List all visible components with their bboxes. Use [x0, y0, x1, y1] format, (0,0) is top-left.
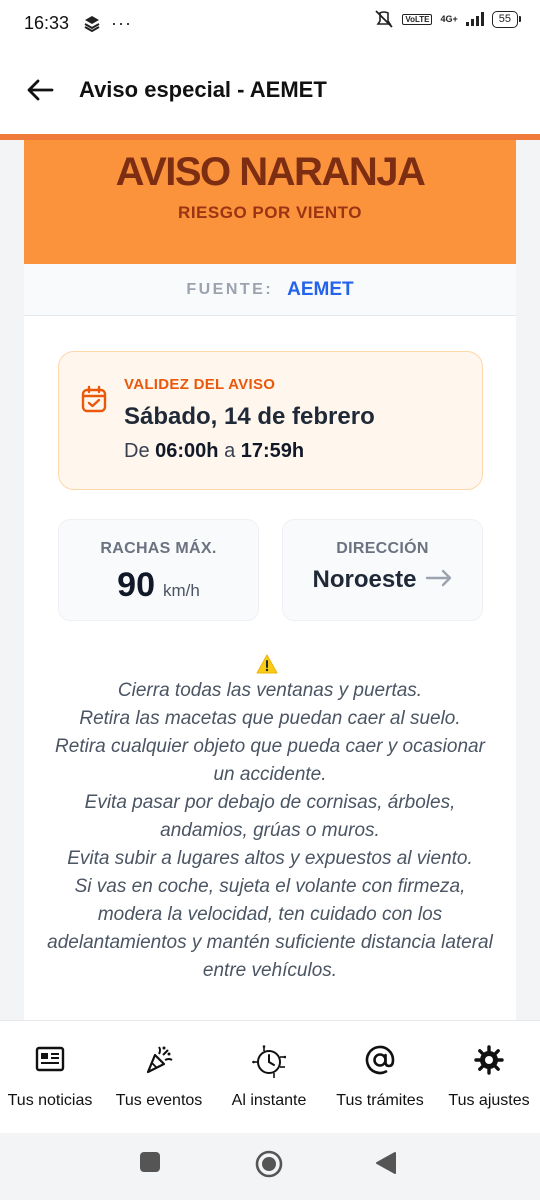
mute-icon — [375, 10, 393, 28]
system-navigation — [0, 1133, 540, 1200]
alert-risk: RIESGO POR VIENTO — [178, 203, 362, 222]
validity-box: VALIDEZ DEL AVISO Sábado, 14 de febrero … — [58, 351, 483, 490]
alert-banner: AVISO NARANJA RIESGO POR VIENTO — [24, 140, 516, 264]
advice-item: Retira las macetas que puedan caer al su… — [79, 708, 461, 729]
advice-item: Cierra todas las ventanas y puertas. — [117, 680, 423, 701]
advice-item: Evita pasar por debajo de cornisas, árbo… — [84, 792, 456, 841]
gusts-stat: RACHAS MÁX. 90 km/h — [58, 519, 259, 621]
nav-label: Tus ajustes — [448, 1092, 530, 1109]
at-sign-icon — [365, 1045, 395, 1075]
advice-item: Retira cualquier objeto que pueda caer y… — [55, 736, 485, 785]
validity-label: VALIDEZ DEL AVISO — [124, 376, 276, 393]
validity-date: Sábado, 14 de febrero — [124, 403, 375, 430]
nav-tus-eventos[interactable]: Tus eventos — [106, 1021, 212, 1134]
safety-advice: Cierra todas las ventanas y puertas. Ret… — [44, 677, 496, 985]
direction-stat: DIRECCIÓN Noroeste — [282, 519, 483, 621]
gusts-value: 90 — [117, 566, 155, 604]
validity-from-word: De — [124, 440, 150, 462]
gear-icon — [474, 1045, 504, 1075]
nav-label: Tus eventos — [115, 1092, 203, 1109]
source-label: FUENTE: — [186, 280, 274, 298]
direction-label: DIRECCIÓN — [336, 540, 429, 557]
advice-item: Si vas en coche, sujeta el volante con f… — [47, 876, 493, 981]
newspaper-icon — [35, 1046, 65, 1072]
arrow-right-icon — [425, 569, 451, 587]
calendar-check-icon — [81, 385, 107, 413]
system-back-button[interactable] — [375, 1151, 397, 1175]
nav-label: Tus noticias — [7, 1092, 93, 1109]
alert-card: AVISO NARANJA RIESGO POR VIENTO FUENTE: … — [24, 140, 516, 1020]
status-time: 16:33 — [24, 12, 70, 33]
source-value: AEMET — [287, 278, 354, 300]
volte-badge: VoLTE — [402, 13, 433, 25]
back-arrow-icon — [27, 79, 54, 101]
direction-value: Noroeste — [312, 566, 417, 593]
nav-label: Tus trámites — [336, 1092, 424, 1109]
validity-end-time: 17:59h — [240, 440, 305, 462]
nav-tus-tramites[interactable]: Tus trámites — [326, 1021, 434, 1134]
bottom-navigation: Tus noticias Tus eventos Al instante Tus… — [0, 1020, 540, 1133]
back-button[interactable] — [24, 74, 56, 106]
more-notifications-icon: ··· — [111, 12, 133, 33]
validity-to-word: a — [224, 440, 236, 462]
recent-apps-button[interactable] — [139, 1151, 161, 1173]
source-row: FUENTE: AEMET — [24, 264, 516, 316]
app-bar: Aviso especial - AEMET — [0, 46, 540, 134]
nav-tus-ajustes[interactable]: Tus ajustes — [438, 1021, 540, 1134]
nav-tus-noticias[interactable]: Tus noticias — [0, 1021, 100, 1134]
warning-icon — [256, 654, 278, 674]
circuit-clock-icon — [252, 1045, 286, 1078]
page-title: Aviso especial - AEMET — [79, 77, 327, 102]
status-bar: 16:33 ··· VoLTE 4G+ 55 — [0, 0, 540, 46]
alert-level: AVISO NARANJA — [115, 150, 426, 194]
network-type: 4G+ — [440, 13, 458, 24]
nav-label: Al instante — [231, 1092, 307, 1109]
advice-item: Evita subir a lugares altos y expuestos … — [67, 848, 473, 869]
content-scroll[interactable]: AVISO NARANJA RIESGO POR VIENTO FUENTE: … — [0, 140, 540, 1020]
home-button[interactable] — [255, 1150, 283, 1178]
app-notification-icon — [84, 16, 100, 32]
validity-time-range: De 06:00h a 17:59h — [124, 440, 304, 463]
gusts-label: RACHAS MÁX. — [100, 540, 217, 557]
battery-icon: 55 — [491, 10, 522, 28]
signal-icon — [465, 12, 484, 26]
party-popper-icon — [146, 1046, 173, 1074]
validity-start-time: 06:00h — [155, 440, 219, 462]
gusts-unit: km/h — [162, 581, 200, 600]
nav-al-instante[interactable]: Al instante — [216, 1021, 322, 1134]
